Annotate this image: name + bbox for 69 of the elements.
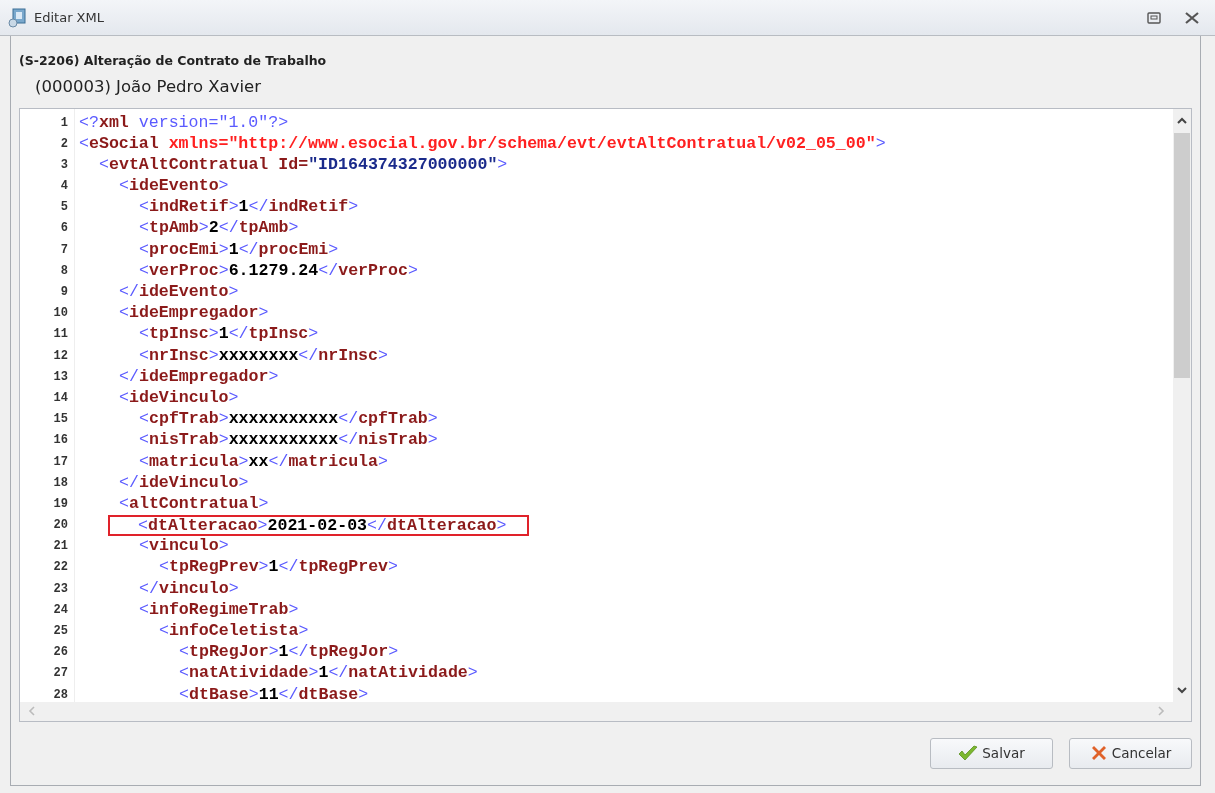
employee-name: (000003) João Pedro Xavier — [34, 75, 262, 98]
line-number: 3 — [59, 156, 69, 174]
close-icon[interactable] — [1185, 11, 1199, 24]
line-number: 12 — [52, 347, 69, 365]
code-line: <infoCeletista> — [159, 621, 309, 640]
code-line: <tpInsc>1</tpInsc> — [139, 324, 319, 344]
line-number: 9 — [59, 284, 69, 301]
code-line: <ideEvento> — [119, 176, 229, 196]
line-number: 13 — [52, 368, 69, 386]
code-line: <procEmi>1</procEmi> — [139, 239, 339, 259]
app-icon — [8, 7, 26, 28]
line-number: 22 — [52, 559, 69, 577]
line-number: 8 — [59, 262, 69, 280]
code-line: <altContratual> — [119, 493, 269, 513]
scrollbar-thumb[interactable] — [1174, 132, 1190, 378]
event-title: (S-2206) Alteração de Contrato de Trabalho — [19, 52, 328, 70]
line-number: 25 — [52, 623, 69, 640]
line-number: 19 — [52, 495, 69, 513]
line-number: 14 — [52, 389, 69, 407]
window-title: Editar XML — [34, 8, 104, 27]
line-number: 28 — [52, 686, 69, 704]
line-number: 1 — [59, 114, 69, 132]
line-number: 24 — [52, 601, 69, 619]
code-line: <tpAmb>2</tpAmb> — [139, 218, 299, 238]
line-number: 21 — [52, 538, 69, 556]
code-line: <vinculo> — [139, 536, 229, 556]
line-number: 11 — [52, 326, 69, 344]
code-line: <matricula>xx</matricula> — [139, 451, 388, 471]
line-number: 23 — [52, 580, 69, 598]
code-line: <evtAltContratual Id="ID164374327000000"> — [99, 154, 508, 174]
code-line: <ideEmpregador> — [119, 303, 269, 323]
line-number: 16 — [52, 432, 69, 450]
code-line: <tpRegPrev>1</tpRegPrev> — [159, 557, 399, 577]
code-line: <indRetif>1</indRetif> — [139, 197, 359, 217]
line-number: 5 — [59, 199, 69, 217]
line-number: 17 — [52, 453, 69, 471]
line-number: 10 — [52, 305, 69, 323]
line-number: 4 — [59, 178, 69, 196]
code-line: <dtBase>11</dtBase> — [179, 684, 369, 702]
code-line: <cpfTrab>xxxxxxxxxxx</cpfTrab> — [139, 409, 438, 429]
line-number: 27 — [52, 665, 69, 683]
line-number: 20 — [52, 517, 69, 535]
line-number: 18 — [52, 474, 69, 492]
code-line: <eSocial xmlns="http://www.esocial.gov.br/schema/evt/evtAltContratual/v02_05_00"> — [79, 133, 886, 153]
code-line: </ideEmpregador> — [119, 366, 279, 386]
line-number: 15 — [52, 411, 69, 429]
code-line: <nrInsc>xxxxxxxx</nrInsc> — [139, 345, 388, 365]
code-line: </ideVinculo> — [119, 472, 249, 492]
scroll-down-icon[interactable] — [1177, 685, 1187, 694]
vertical-scrollbar[interactable] — [1173, 108, 1191, 702]
xml-editor[interactable] — [19, 107, 1192, 722]
code-line: <ideVinculo> — [119, 387, 239, 407]
code-line: <verProc>6.1279.24</verProc> — [139, 260, 418, 280]
save-button[interactable]: Salvar — [930, 737, 1053, 769]
code-line: <?xml version="1.0"?> — [79, 112, 289, 132]
line-number: 7 — [59, 241, 69, 259]
line-number: 2 — [59, 135, 69, 153]
code-line: <natAtividade>1</natAtividade> — [179, 663, 478, 683]
line-number: 6 — [59, 220, 69, 238]
check-icon — [958, 745, 979, 761]
code-line: <tpRegJor>1</tpRegJor> — [179, 642, 399, 662]
code-line: <infoRegimeTrab> — [139, 599, 299, 619]
code-line: <nisTrab>xxxxxxxxxxx</nisTrab> — [139, 430, 438, 450]
code-line: </ideEvento> — [119, 282, 239, 301]
restore-icon[interactable] — [1147, 11, 1161, 24]
scroll-up-icon[interactable] — [1177, 116, 1187, 125]
code-line: </vinculo> — [139, 578, 239, 598]
line-number: 26 — [52, 644, 69, 662]
cancel-button[interactable]: Cancelar — [1069, 737, 1192, 769]
